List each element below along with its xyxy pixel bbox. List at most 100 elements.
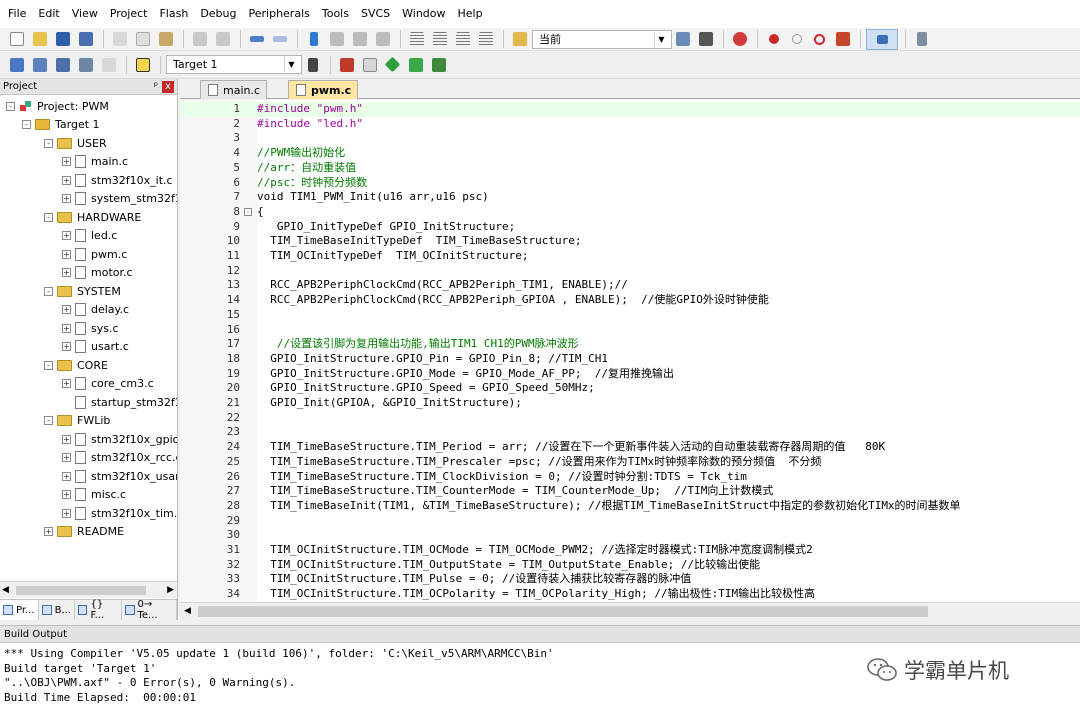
tree-item[interactable]: + core_cm3.c — [62, 375, 154, 393]
expander-icon[interactable]: + — [62, 342, 71, 351]
expander-icon[interactable]: + — [62, 379, 71, 388]
fold-toggle-icon[interactable]: - — [244, 207, 252, 216]
expander-icon[interactable]: - — [44, 212, 53, 222]
expander-icon[interactable]: + — [62, 268, 71, 277]
menu-file[interactable]: File — [2, 0, 32, 28]
scroll-left-icon[interactable]: ◀ — [2, 585, 9, 595]
chevron-down-icon[interactable]: ▼ — [284, 57, 298, 72]
batch-build-icon[interactable] — [75, 54, 96, 75]
expander-icon[interactable]: + — [62, 157, 71, 166]
editor-tab[interactable]: main.c — [200, 80, 268, 99]
expander-icon[interactable]: + — [44, 527, 53, 536]
window-layout-icon[interactable] — [866, 28, 898, 50]
configure-icon[interactable] — [911, 29, 932, 50]
bookmark-icon[interactable] — [303, 29, 324, 50]
expander-icon[interactable]: + — [62, 305, 71, 314]
tree-item[interactable]: + sys.c — [62, 319, 119, 337]
panel-tab[interactable]: Pr... — [0, 600, 39, 620]
select-pack-icon[interactable] — [359, 54, 380, 75]
menu-debug[interactable]: Debug — [194, 0, 242, 28]
editor-tab[interactable]: pwm.c — [288, 80, 359, 99]
tree-item[interactable]: - USER — [44, 134, 107, 152]
redo-icon[interactable] — [212, 29, 233, 50]
expander-icon[interactable]: + — [62, 453, 71, 462]
editor-horizontal-scrollbar[interactable]: ◀ — [180, 602, 1080, 620]
tree-item[interactable]: + stm32f10x_gpio — [62, 430, 177, 448]
expander-icon[interactable]: + — [62, 490, 71, 499]
expander-icon[interactable]: + — [62, 194, 71, 203]
find-icon[interactable] — [672, 29, 693, 50]
stop-build-icon[interactable] — [98, 54, 119, 75]
disable-breakpoint-icon[interactable] — [786, 29, 807, 50]
expander-icon[interactable]: + — [62, 249, 71, 259]
tree-item[interactable]: - Project: PWM — [6, 97, 109, 115]
close-icon[interactable]: x — [162, 80, 174, 93]
undo-icon[interactable] — [189, 29, 210, 50]
new-file-icon[interactable] — [6, 29, 27, 50]
tree-item[interactable]: - HARDWARE — [44, 208, 141, 226]
prev-bookmark-icon[interactable] — [326, 29, 347, 50]
panel-tab[interactable]: 0→ Te... — [122, 599, 177, 621]
nav-back-icon[interactable] — [246, 29, 267, 50]
scroll-right-icon[interactable]: ▶ — [167, 585, 174, 595]
tree-item[interactable]: - FWLib — [44, 412, 110, 430]
paste-icon[interactable] — [155, 29, 176, 50]
expander-icon[interactable]: + — [62, 471, 71, 481]
tree-item[interactable]: - CORE — [44, 356, 108, 374]
scroll-left-icon[interactable]: ◀ — [184, 606, 191, 616]
copy-icon[interactable] — [132, 29, 153, 50]
start-debug-icon[interactable] — [729, 29, 750, 50]
tree-horizontal-scrollbar[interactable]: ◀ ▶ — [0, 581, 177, 598]
tree-item[interactable]: - SYSTEM — [44, 282, 121, 300]
save-icon[interactable] — [52, 29, 73, 50]
tree-item[interactable]: + system_stm32f1 — [62, 190, 177, 208]
pack-installer-icon[interactable] — [405, 54, 426, 75]
chevron-down-icon[interactable]: ▼ — [654, 31, 668, 47]
open-file-icon[interactable] — [29, 29, 50, 50]
comment-icon[interactable] — [452, 29, 473, 50]
manage-project-icon[interactable] — [336, 54, 357, 75]
tree-item[interactable]: + stm32f10x_tim.c — [62, 504, 177, 522]
save-all-icon[interactable] — [75, 29, 96, 50]
tree-item[interactable]: + delay.c — [62, 301, 129, 319]
code-editor[interactable]: 1 #include "pwm.h" 2 #include "led.h" 3 4 //PW… — [180, 100, 1080, 602]
expander-icon[interactable]: + — [62, 508, 71, 518]
tree-item[interactable]: + stm32f10x_rcc.c — [62, 449, 177, 467]
expander-icon[interactable]: - — [22, 120, 31, 129]
menu-window[interactable]: Window — [396, 0, 451, 28]
expander-icon[interactable]: - — [44, 360, 53, 370]
tree-item[interactable]: + led.c — [62, 227, 117, 245]
menu-edit[interactable]: Edit — [32, 0, 65, 28]
cut-icon[interactable] — [109, 29, 130, 50]
rte-components-icon[interactable] — [428, 54, 449, 75]
tree-item[interactable]: + stm32f10x_usart — [62, 467, 177, 485]
menu-project[interactable]: Project — [104, 0, 154, 28]
scrollbar-thumb[interactable] — [16, 586, 146, 595]
menu-svcs[interactable]: SVCS — [355, 0, 396, 28]
target-select[interactable]: Target 1 ▼ — [166, 55, 302, 74]
scrollbar-thumb[interactable] — [198, 606, 928, 617]
expander-icon[interactable]: + — [62, 434, 71, 444]
rebuild-icon[interactable] — [52, 54, 73, 75]
expander-icon[interactable]: - — [44, 286, 53, 296]
breakpoint-icon[interactable] — [763, 29, 784, 50]
expander-icon[interactable]: - — [44, 416, 53, 425]
tree-item[interactable]: - Target 1 — [22, 116, 100, 134]
indent-icon[interactable] — [406, 29, 427, 50]
disable-all-breakpoints-icon[interactable] — [809, 29, 830, 50]
download-icon[interactable] — [132, 54, 153, 75]
find-combo[interactable]: 当前 ▼ — [532, 29, 672, 49]
menu-view[interactable]: View — [66, 0, 104, 28]
tree-item[interactable]: + stm32f10x_it.c — [62, 171, 173, 189]
menu-peripherals[interactable]: Peripherals — [243, 0, 316, 28]
menu-help[interactable]: Help — [452, 0, 489, 28]
expander-icon[interactable]: + — [62, 175, 71, 185]
tree-item[interactable]: + usart.c — [62, 338, 129, 356]
build-icon[interactable] — [29, 54, 50, 75]
nav-forward-icon[interactable] — [269, 29, 290, 50]
tree-item[interactable]: + motor.c — [62, 264, 133, 282]
panel-tab[interactable]: B... — [39, 600, 75, 620]
incremental-find-icon[interactable] — [695, 29, 716, 50]
expander-icon[interactable]: + — [62, 323, 71, 333]
next-bookmark-icon[interactable] — [349, 29, 370, 50]
